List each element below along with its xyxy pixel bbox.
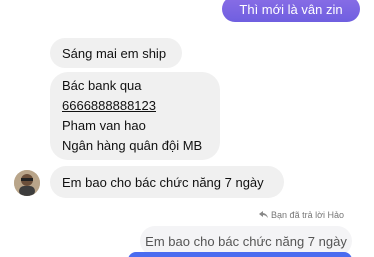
bank-line-1: Bác bank qua — [62, 78, 142, 93]
incoming-message[interactable]: Em bao cho bác chức năng 7 ngày — [50, 166, 284, 198]
reply-indicator: Bạn đã trả lời Hảo — [259, 210, 344, 220]
account-number-link[interactable]: 6666888888123 — [62, 96, 156, 116]
chat-thread: Thì mới là vân zin Sáng mai em ship Bác … — [0, 0, 374, 257]
outgoing-message-text: Thì mới là vân zin — [239, 1, 343, 17]
outgoing-message-partial[interactable] — [128, 252, 352, 257]
avatar-image — [14, 170, 40, 196]
outgoing-message[interactable]: Thì mới là vân zin — [222, 0, 360, 22]
quoted-message-text: Em bao cho bác chức năng 7 ngày — [145, 233, 347, 249]
incoming-message-text: Sáng mai em ship — [62, 45, 167, 61]
incoming-message-text: Em bao cho bác chức năng 7 ngày — [62, 174, 264, 190]
bank-line-4: Ngân hàng quân đội MB — [62, 138, 203, 153]
avatar[interactable] — [14, 170, 40, 196]
incoming-message-bank-info[interactable]: Bác bank qua 6666888888123 Pham van hao … — [50, 72, 220, 160]
reply-arrow-icon — [259, 211, 269, 218]
incoming-message[interactable]: Sáng mai em ship — [50, 38, 182, 68]
reply-note-text: Bạn đã trả lời Hảo — [271, 210, 344, 220]
bank-line-3: Pham van hao — [62, 118, 146, 133]
